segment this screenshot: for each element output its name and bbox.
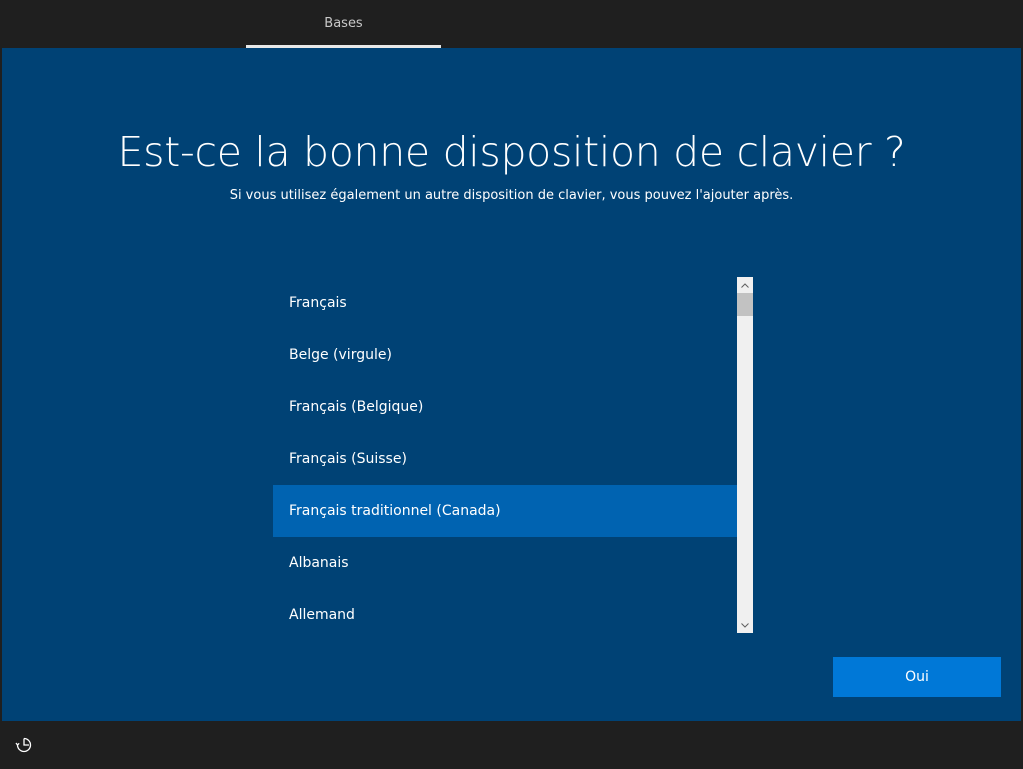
layout-item-label: Français (Belgique): [289, 399, 424, 415]
layout-item-label: Albanais: [289, 555, 349, 571]
chevron-down-icon[interactable]: [737, 617, 753, 633]
ease-of-access-icon[interactable]: [14, 735, 34, 755]
scroll-thumb[interactable]: [737, 293, 753, 316]
tab-bases[interactable]: Bases: [246, 0, 441, 48]
setup-panel: Est-ce la bonne disposition de clavier ?…: [2, 48, 1021, 721]
oui-button[interactable]: Oui: [833, 657, 1001, 697]
keyboard-layout-list[interactable]: Français Belge (virgule) Français (Belgi…: [273, 277, 753, 633]
layout-item-selected[interactable]: Français traditionnel (Canada): [273, 485, 737, 537]
list-scrollbar[interactable]: [737, 277, 753, 633]
page-subtitle: Si vous utilisez également un autre disp…: [229, 188, 794, 203]
tab-bases-label: Bases: [324, 15, 363, 31]
layout-item[interactable]: Français: [273, 277, 737, 329]
page-title: Est-ce la bonne disposition de clavier ?: [117, 128, 906, 176]
layout-item-label: Français traditionnel (Canada): [289, 503, 501, 519]
layout-item-label: Français: [289, 295, 347, 311]
layout-item[interactable]: Français (Belgique): [273, 381, 737, 433]
layout-item-label: Belge (virgule): [289, 347, 392, 363]
chevron-up-icon[interactable]: [737, 277, 753, 293]
top-bar: Bases: [0, 0, 1023, 48]
layout-item-label: Français (Suisse): [289, 451, 407, 467]
layout-item[interactable]: Allemand: [273, 589, 737, 633]
bottom-bar: [0, 721, 1023, 769]
layout-item[interactable]: Français (Suisse): [273, 433, 737, 485]
layout-item-label: Allemand: [289, 607, 355, 623]
layout-item[interactable]: Belge (virgule): [273, 329, 737, 381]
layout-item[interactable]: Albanais: [273, 537, 737, 589]
